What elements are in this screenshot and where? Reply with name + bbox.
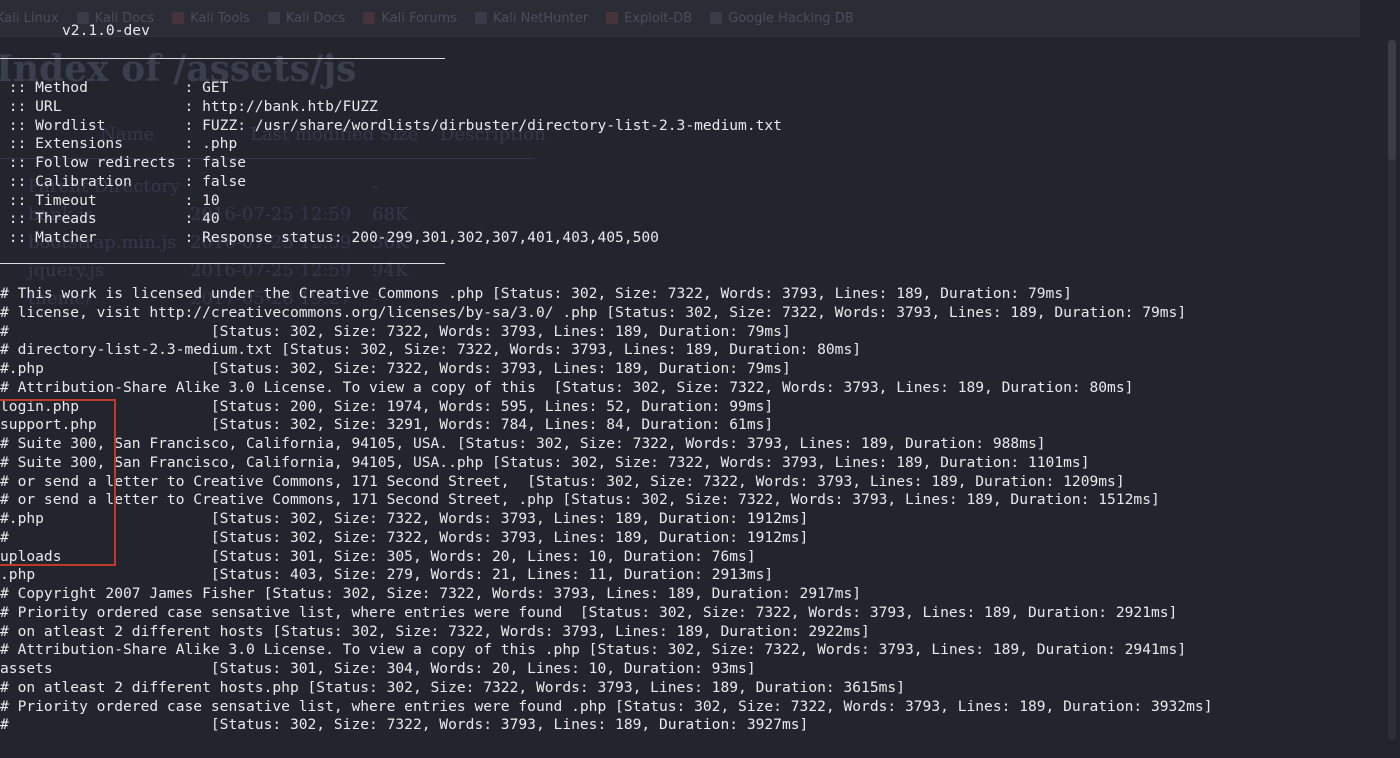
- result-line: assets [Status: 301, Size: 304, Words: 2…: [0, 660, 756, 677]
- result-line: # on atleast 2 different hosts.php [Stat…: [0, 678, 905, 696]
- result-line: # Attribution-Share Alike 3.0 License. T…: [0, 641, 1187, 659]
- result-line: # Copyright 2007 James Fisher [Status: 3…: [0, 585, 862, 602]
- result-line: # [Status: 302, Size: 7322, Words: 3793,…: [0, 322, 791, 340]
- terminal-output: v2.1.0-dev :: Method : GET :: URL : http…: [0, 0, 1400, 758]
- result-line: # or send a letter to Creative Commons, …: [0, 491, 1160, 509]
- scrollbar-thumb[interactable]: [1388, 40, 1396, 160]
- result-line: # directory-list-2.3-medium.txt [Status:…: [0, 341, 862, 359]
- result-line: .php [Status: 403, Size: 279, Words: 21,…: [0, 566, 774, 584]
- config-line: :: Extensions : .php: [0, 135, 238, 153]
- ffuf-version: v2.1.0-dev: [62, 22, 150, 39]
- result-line: #.php [Status: 302, Size: 7322, Words: 3…: [0, 360, 791, 377]
- result-line: # on atleast 2 different hosts [Status: …: [0, 622, 870, 640]
- config-line: :: Wordlist : FUZZ: /usr/share/wordlists…: [0, 116, 782, 134]
- result-line: # Priority ordered case sensative list, …: [0, 697, 1213, 715]
- config-line: :: Follow redirects : false: [0, 154, 247, 171]
- highlight-box: [0, 399, 116, 566]
- result-line: #.php [Status: 302, Size: 7322, Words: 3…: [0, 510, 809, 527]
- result-line: # Suite 300, San Francisco, California, …: [0, 435, 1046, 452]
- config-line: :: Calibration : false: [0, 172, 247, 190]
- result-line: # Priority ordered case sensative list, …: [0, 603, 1178, 621]
- config-line: :: URL : http://bank.htb/FUZZ: [0, 97, 378, 115]
- result-line: # [Status: 302, Size: 7322, Words: 3793,…: [0, 528, 809, 546]
- config-line: :: Matcher : Response status: 200-299,30…: [0, 229, 659, 246]
- result-line: # This work is licensed under the Creati…: [0, 285, 1072, 302]
- config-line: :: Timeout : 10: [0, 191, 220, 209]
- config-line: :: Threads : 40: [0, 210, 220, 228]
- separator-top: [0, 58, 445, 59]
- result-line: # license, visit http://creativecommons.…: [0, 303, 1187, 321]
- result-line: # Attribution-Share Alike 3.0 License. T…: [0, 378, 1134, 396]
- result-line: # Suite 300, San Francisco, California, …: [0, 453, 1090, 471]
- scrollbar[interactable]: [1388, 40, 1396, 740]
- separator-bottom: [0, 263, 445, 264]
- config-line: :: Method : GET: [0, 79, 229, 96]
- result-line: # [Status: 302, Size: 7322, Words: 3793,…: [0, 716, 809, 734]
- result-line: # or send a letter to Creative Commons, …: [0, 472, 1125, 490]
